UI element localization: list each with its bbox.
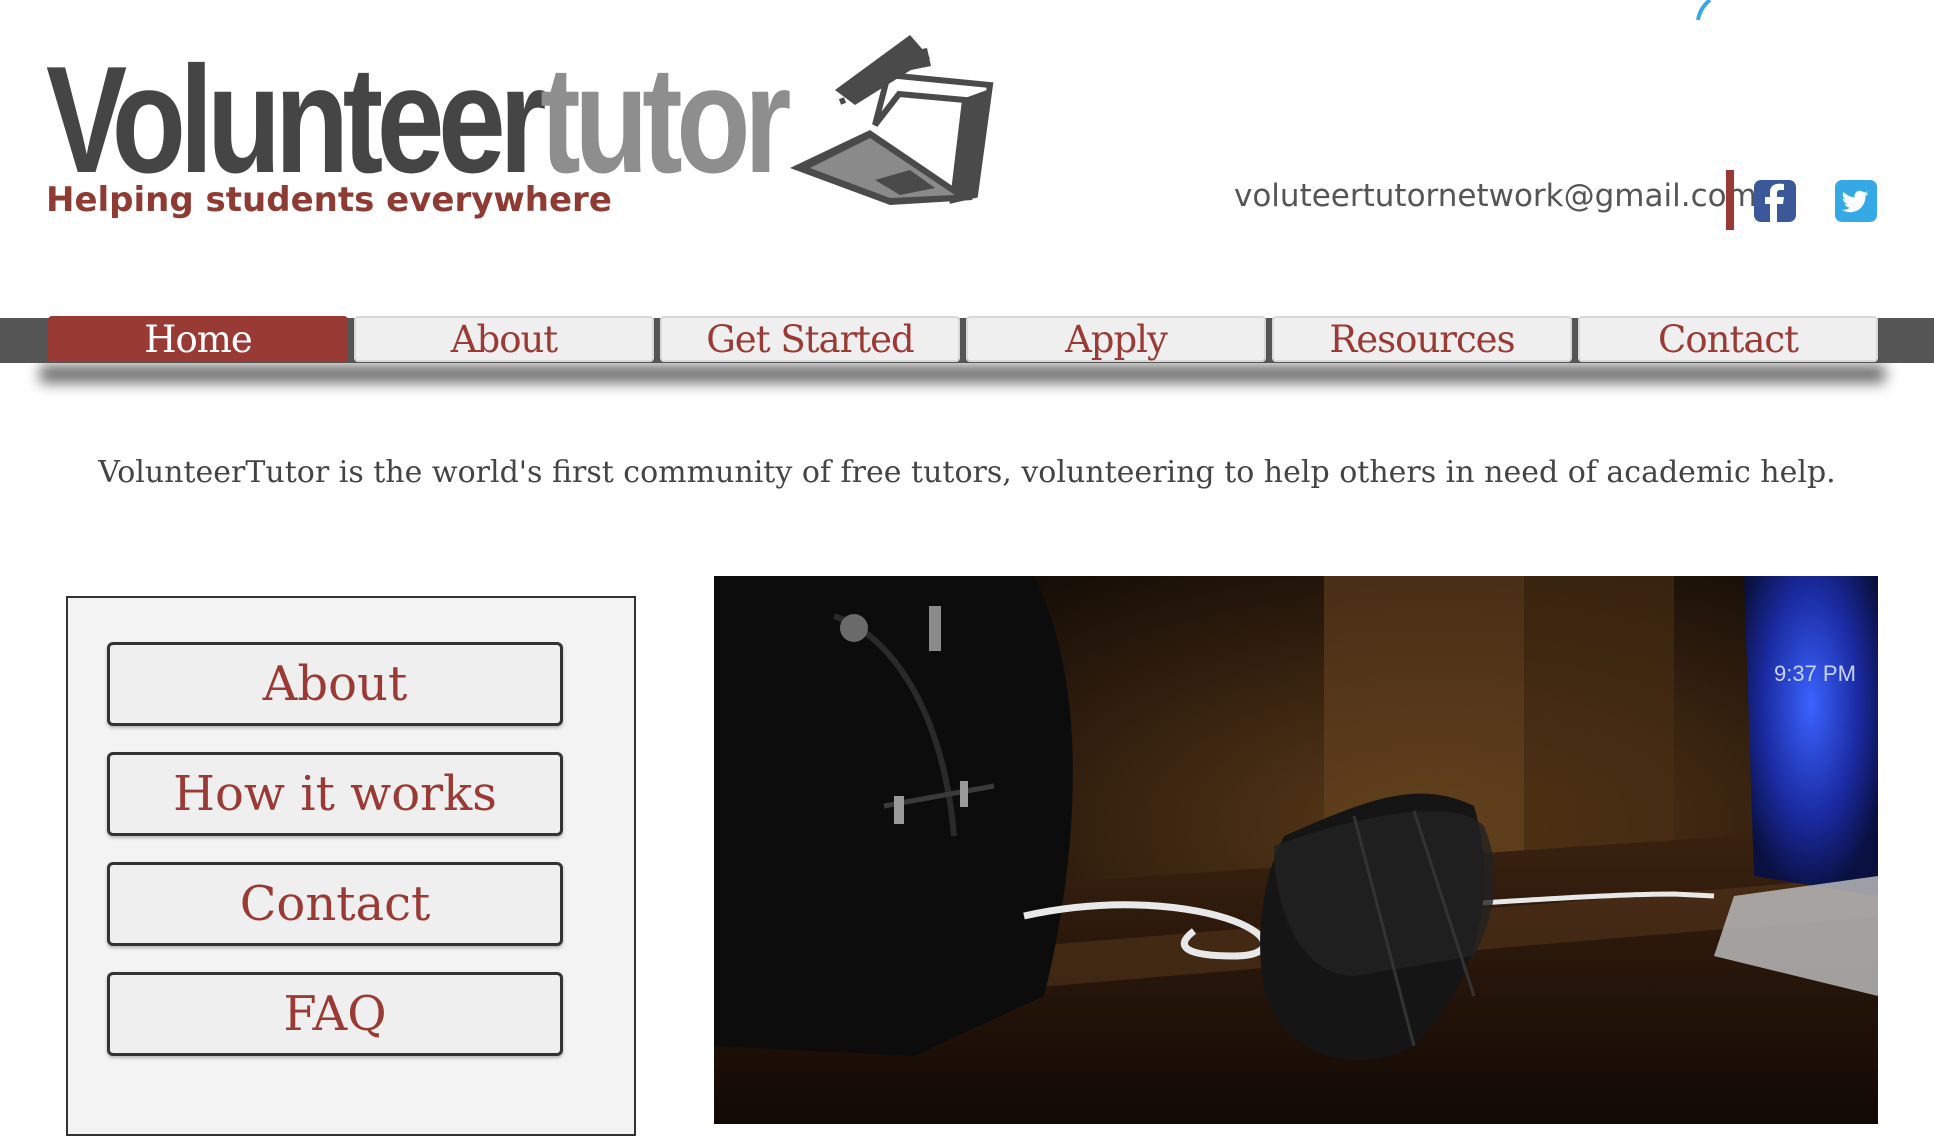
sidebar-button-faq[interactable]: FAQ [107, 972, 563, 1056]
sidebar-button-contact[interactable]: Contact [107, 862, 563, 946]
nav-item-apply[interactable]: Apply [966, 316, 1266, 362]
facebook-glyph [1765, 183, 1784, 222]
laptop-graduation-cap-logo-icon [790, 35, 994, 205]
nav-item-get-started[interactable]: Get Started [660, 316, 960, 362]
nav-item-home[interactable]: Home [48, 316, 348, 362]
nav-item-about[interactable]: About [354, 316, 654, 362]
hero-photo-desk-scene: 9:37 PM [714, 576, 1878, 1124]
nav-shadow [40, 365, 1885, 383]
divider [1726, 170, 1734, 230]
intro-text: VolunteerTutor is the world's first comm… [98, 455, 1836, 490]
sidebar-panel: About How it works Contact FAQ [66, 596, 636, 1136]
nav-item-contact[interactable]: Contact [1578, 316, 1878, 362]
sidebar-button-about[interactable]: About [107, 642, 563, 726]
sidebar-button-how-it-works[interactable]: How it works [107, 752, 563, 836]
blue-arc-decoration [1696, 0, 1712, 21]
logo-wordmark: Volunteertutor [46, 44, 791, 196]
twitter-glyph [1841, 190, 1868, 213]
hero-image: 9:37 PM [714, 576, 1878, 1124]
nav-item-resources[interactable]: Resources [1272, 316, 1572, 362]
main-nav: Home About Get Started Apply Resources C… [48, 316, 1878, 362]
facebook-icon[interactable] [1754, 180, 1796, 222]
twitter-icon[interactable] [1835, 180, 1877, 222]
hero-clock-text: 9:37 PM [1774, 661, 1856, 686]
contact-email[interactable]: voluteertutornetwork@gmail.com [1234, 178, 1757, 214]
tagline: Helping students everywhere [46, 180, 612, 220]
